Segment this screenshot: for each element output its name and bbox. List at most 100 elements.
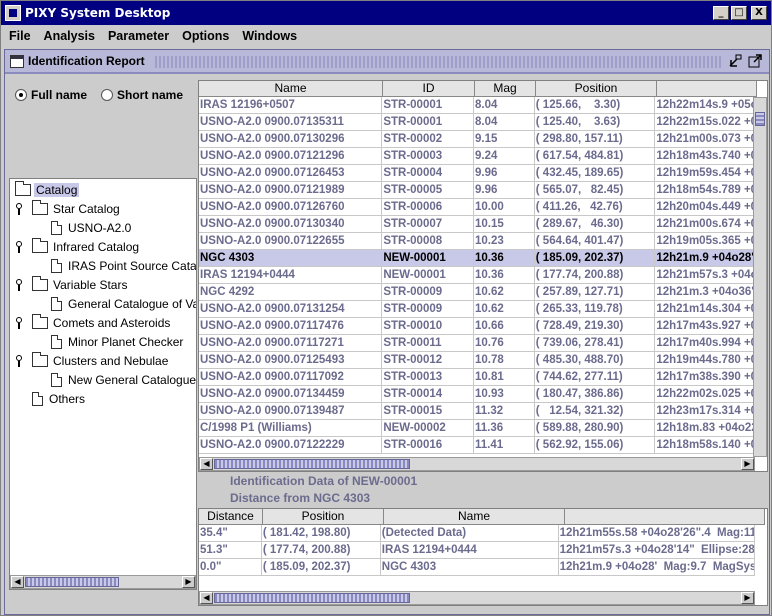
minimize-button[interactable]: _ xyxy=(713,6,729,20)
table-row[interactable]: USNO-A2.0 0900.07121296 STR-00003 9.24( 61… xyxy=(199,148,755,165)
table-row[interactable]: 0.0"( 185.09, 202.37) NGC 4303 12h21m.9 +0… xyxy=(199,559,756,576)
document-icon xyxy=(32,392,43,406)
tree-node-label: Variable Stars xyxy=(53,278,128,292)
tree-node[interactable]: Catalog xyxy=(15,181,80,199)
table-cell: ( 744.62, 277.11) xyxy=(535,369,656,386)
full-name-radio[interactable]: Full name xyxy=(15,88,87,102)
tree-node[interactable]: Variable Stars xyxy=(32,276,129,294)
table-horizontal-scrollbar[interactable]: ◀ ▶ xyxy=(199,457,755,471)
document-icon xyxy=(51,373,62,387)
tree-node[interactable]: Star Catalog xyxy=(32,200,122,218)
column-header[interactable]: Position xyxy=(263,509,384,525)
table-row[interactable]: USNO-A2.0 0900.07122229 STR-00016 11.41( 5… xyxy=(199,437,755,454)
maximize-frame-icon[interactable] xyxy=(747,54,763,70)
tree-node-label: Comets and Asteroids xyxy=(53,316,171,330)
table-row[interactable]: USNO-A2.0 0900.07126760 STR-00006 10.00( 4… xyxy=(199,199,755,216)
column-header[interactable] xyxy=(657,81,757,97)
scroll-left-icon[interactable]: ◀ xyxy=(200,592,213,604)
frame-title-bar[interactable]: Identification Report xyxy=(5,50,769,74)
table-cell: ( 177.74, 200.88) xyxy=(535,267,656,284)
table-row[interactable]: USNO-A2.0 0900.07131254 STR-00009 10.62( 2… xyxy=(199,301,755,318)
column-header[interactable]: Name xyxy=(384,509,565,525)
table-row[interactable]: USNO-A2.0 0900.07117092 STR-00013 10.81( 7… xyxy=(199,369,755,386)
table-row[interactable]: USNO-A2.0 0900.07117476 STR-00010 10.66( 7… xyxy=(199,318,755,335)
menu-options[interactable]: Options xyxy=(174,29,234,43)
menu-parameter[interactable]: Parameter xyxy=(100,29,174,43)
title-bar[interactable]: PIXY System Desktop _ □ X xyxy=(1,1,771,25)
tree-node[interactable]: Comets and Asteroids xyxy=(32,314,172,332)
scroll-thumb[interactable] xyxy=(25,577,119,587)
table-cell: STR-00002 xyxy=(382,131,474,148)
tree-node-label: Catalog xyxy=(34,183,80,197)
tree-node[interactable]: Minor Planet Checker xyxy=(51,333,185,351)
table-row[interactable]: NGC 4292 STR-00009 10.62( 257.89, 127.71) 1… xyxy=(199,284,755,301)
menu-windows[interactable]: Windows xyxy=(234,29,302,43)
table-cell: ( 411.26, 42.76) xyxy=(535,199,656,216)
scroll-right-icon[interactable]: ▶ xyxy=(741,458,754,470)
table-row[interactable]: USNO-A2.0 0900.07122655 STR-00008 10.23( 5… xyxy=(199,233,755,250)
table-cell: USNO-A2.0 0900.07122229 xyxy=(199,437,383,454)
column-header[interactable] xyxy=(565,509,765,525)
table-row[interactable]: USNO-A2.0 0900.07134459 STR-00014 10.93( 1… xyxy=(199,386,755,403)
column-header[interactable]: Name xyxy=(199,81,383,97)
distance-horizontal-scrollbar[interactable]: ◀ ▶ xyxy=(199,591,755,605)
table-cell: (Detected Data) xyxy=(381,525,559,542)
close-button[interactable]: X xyxy=(751,6,767,20)
tree-node[interactable]: New General Catalogue xyxy=(51,371,196,389)
tree-node[interactable]: IRAS Point Source Catalog xyxy=(51,257,196,275)
menu-file[interactable]: File xyxy=(1,29,36,43)
table-row[interactable]: USNO-A2.0 0900.07117271 STR-00011 10.76( 7… xyxy=(199,335,755,352)
app-icon[interactable] xyxy=(5,5,21,21)
table-row[interactable]: USNO-A2.0 0900.07135311 STR-00001 8.04( 12… xyxy=(199,114,755,131)
menu-analysis[interactable]: Analysis xyxy=(36,29,100,43)
column-header[interactable]: Mag xyxy=(475,81,536,97)
table-row[interactable]: USNO-A2.0 0900.07121989 STR-00005 9.96( 56… xyxy=(199,182,755,199)
scroll-thumb[interactable] xyxy=(214,593,410,603)
table-cell: 10.76 xyxy=(474,335,535,352)
table-cell: STR-00006 xyxy=(382,199,474,216)
table-row[interactable]: USNO-A2.0 0900.07130296 STR-00002 9.15( 29… xyxy=(199,131,755,148)
expand-handle-icon[interactable] xyxy=(16,279,22,291)
table-row[interactable]: USNO-A2.0 0900.07125493 STR-00012 10.78( 4… xyxy=(199,352,755,369)
table-cell: ( 177.74, 200.88) xyxy=(262,542,381,559)
scroll-right-icon[interactable]: ▶ xyxy=(182,576,195,588)
table-cell: USNO-A2.0 0900.07117271 xyxy=(199,335,383,352)
tree-node[interactable]: Clusters and Nebulae xyxy=(32,352,170,370)
expand-handle-icon[interactable] xyxy=(16,355,22,367)
table-row[interactable]: USNO-A2.0 0900.07139487 STR-00015 11.32( 1… xyxy=(199,403,755,420)
document-icon xyxy=(51,335,62,349)
tree-node[interactable]: Others xyxy=(32,390,87,408)
tree-horizontal-scrollbar[interactable]: ◀ ▶ xyxy=(10,575,196,589)
table-cell: STR-00005 xyxy=(382,182,474,199)
scroll-left-icon[interactable]: ◀ xyxy=(200,458,213,470)
scroll-left-icon[interactable]: ◀ xyxy=(11,576,24,588)
maximize-button[interactable]: □ xyxy=(731,6,747,20)
tree-node[interactable]: Infrared Catalog xyxy=(32,238,141,256)
table-row[interactable]: 51.3"( 177.74, 200.88) IRAS 12194+0444 12h… xyxy=(199,542,756,559)
identification-report-frame: Identification Report Full name Short na… xyxy=(4,49,770,615)
table-row[interactable]: 35.4"( 181.42, 198.80) (Detected Data) 12h… xyxy=(199,525,756,542)
tree-node[interactable]: USNO-A2.0 xyxy=(51,219,133,237)
expand-handle-icon[interactable] xyxy=(16,317,22,329)
menu-bar: File Analysis Parameter Options Windows xyxy=(1,25,771,47)
column-header[interactable]: Distance xyxy=(199,509,263,525)
table-cell: 10.66 xyxy=(474,318,535,335)
table-row[interactable]: IRAS 12196+0507 STR-00001 8.04( 125.66, 3.… xyxy=(199,97,755,114)
table-row[interactable]: USNO-A2.0 0900.07130340 STR-00007 10.15( 2… xyxy=(199,216,755,233)
tree-node[interactable]: General Catalogue of Variable Stars xyxy=(51,295,196,313)
column-header[interactable]: Position xyxy=(536,81,657,97)
expand-handle-icon[interactable] xyxy=(16,203,22,215)
table-row[interactable]: IRAS 12194+0444 NEW-00001 10.36( 177.74, 2… xyxy=(199,267,755,284)
vscroll-thumb[interactable] xyxy=(755,112,765,126)
scroll-right-icon[interactable]: ▶ xyxy=(741,592,754,604)
folder-icon xyxy=(32,238,48,253)
short-name-radio[interactable]: Short name xyxy=(101,88,183,102)
expand-handle-icon[interactable] xyxy=(16,241,22,253)
table-vertical-scrollbar[interactable] xyxy=(753,97,767,457)
iconify-icon[interactable] xyxy=(727,54,743,70)
table-row[interactable]: USNO-A2.0 0900.07126453 STR-00004 9.96( 43… xyxy=(199,165,755,182)
table-row[interactable]: NGC 4303 NEW-00001 10.36( 185.09, 202.37) 1… xyxy=(199,250,755,267)
scroll-thumb[interactable] xyxy=(214,459,410,469)
table-row[interactable]: C/1998 P1 (Williams) NEW-00002 11.36( 589.… xyxy=(199,420,755,437)
column-header[interactable]: ID xyxy=(383,81,475,97)
